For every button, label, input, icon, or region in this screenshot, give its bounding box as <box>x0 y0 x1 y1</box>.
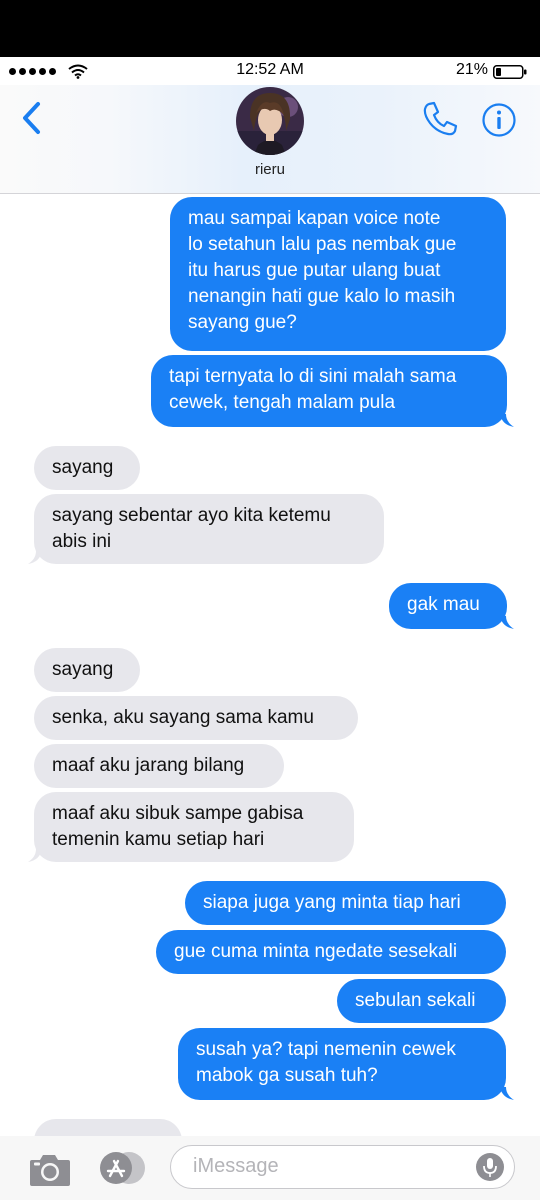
message-line: lo setahun lalu pas nembak gue <box>188 234 457 255</box>
message-thread[interactable]: mau sampai kapan voice note lo setahun l… <box>0 194 540 1136</box>
message-line: gue cuma minta ngedate sesekali <box>174 941 458 962</box>
message-bubble-sent[interactable]: sebulan sekali <box>337 979 506 1023</box>
message-bubble-sent[interactable]: gak mau <box>389 583 507 629</box>
imessage-input[interactable]: iMessage <box>170 1145 515 1189</box>
sent-bubble-tail <box>500 616 514 629</box>
info-icon[interactable] <box>481 102 517 138</box>
contact-name[interactable]: rieru <box>0 161 540 178</box>
phone-icon[interactable] <box>420 99 460 139</box>
message-bubble-received[interactable]: sayang sebentar ayo kita ketemu abis ini <box>34 494 384 564</box>
message-line: siapa juga yang minta tiap hari <box>203 892 461 913</box>
message-line: sayang gue? <box>188 312 297 333</box>
sent-bubble-tail <box>500 414 514 427</box>
received-bubble-tail <box>28 849 42 862</box>
status-bar: 12:52 AM 21% <box>0 57 540 85</box>
battery-icon <box>493 65 527 79</box>
message-line: sayang <box>52 659 114 680</box>
message-line: sebulan sekali <box>355 990 476 1011</box>
message-line: sayang <box>52 457 114 478</box>
imessage-placeholder: iMessage <box>193 1155 279 1177</box>
message-line: cewek, tengah malam pula <box>169 392 396 413</box>
battery-percentage: 21% <box>456 61 489 78</box>
message-composer-bar: iMessage <box>0 1136 540 1200</box>
sent-bubble-tail <box>500 1087 514 1100</box>
received-bubble-tail <box>28 551 42 564</box>
message-bubble-received[interactable]: sayang <box>34 648 140 692</box>
message-line: temenin kamu setiap hari <box>52 829 265 850</box>
contact-avatar[interactable] <box>236 87 304 155</box>
message-line: maaf aku jarang bilang <box>52 755 245 776</box>
message-line: nenangin hati gue kalo lo masih <box>188 286 456 307</box>
message-line: mau sampai kapan voice note <box>188 208 441 229</box>
camera-icon[interactable] <box>28 1153 72 1187</box>
message-line: senka, aku sayang sama kamu <box>52 707 314 728</box>
conversation-header: rieru <box>0 85 540 194</box>
message-line: sayang sebentar ayo kita ketemu <box>52 505 331 526</box>
message-line: mabok ga susah tuh? <box>196 1065 378 1086</box>
message-bubble-sent[interactable]: siapa juga yang minta tiap hari <box>185 881 506 925</box>
microphone-icon[interactable] <box>476 1153 504 1181</box>
message-bubble-received[interactable]: maaf aku jarang bilang <box>34 744 284 788</box>
message-line: abis ini <box>52 531 112 552</box>
message-bubble-sent[interactable]: gue cuma minta ngedate sesekali <box>156 930 506 974</box>
message-line: susah ya? tapi nemenin cewek <box>196 1039 456 1060</box>
back-chevron-icon[interactable] <box>20 100 42 136</box>
message-line: itu harus gue putar ulang buat <box>188 260 441 281</box>
message-line: tapi ternyata lo di sini malah sama <box>169 366 457 387</box>
message-bubble-received[interactable]: senka, aku sayang sama kamu <box>34 696 358 740</box>
message-bubble-received-partial[interactable] <box>34 1119 182 1136</box>
message-bubble-received[interactable]: maaf aku sibuk sampe gabisa temenin kamu… <box>34 792 354 862</box>
message-line: gak mau <box>407 594 480 615</box>
message-bubble-sent[interactable]: tapi ternyata lo di sini malah sama cewe… <box>151 355 507 427</box>
message-bubble-sent[interactable]: susah ya? tapi nemenin cewek mabok ga su… <box>178 1028 506 1100</box>
app-store-icon[interactable] <box>98 1150 148 1186</box>
message-bubble-received[interactable]: sayang <box>34 446 140 490</box>
message-line: maaf aku sibuk sampe gabisa <box>52 803 304 824</box>
message-bubble-sent[interactable]: mau sampai kapan voice note lo setahun l… <box>170 197 506 351</box>
top-bezel <box>0 0 540 57</box>
